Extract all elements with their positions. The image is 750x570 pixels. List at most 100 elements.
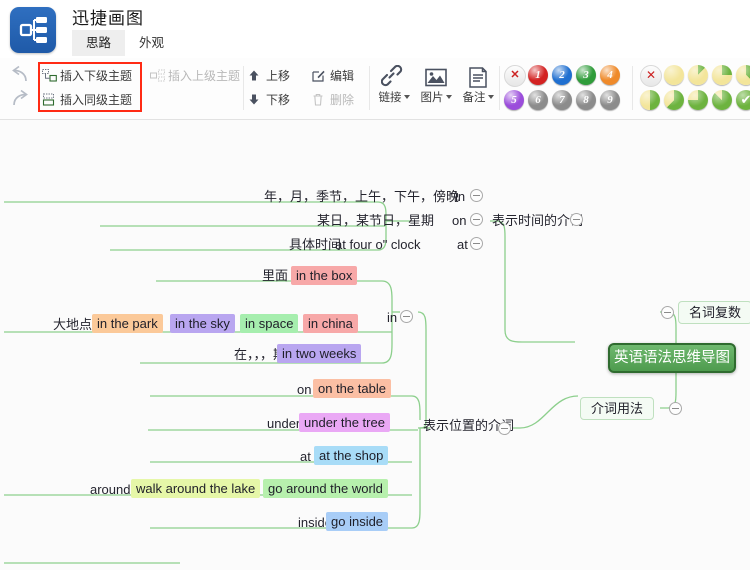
arrow-down-icon (248, 91, 263, 105)
mindmap-canvas[interactable]: 年，月，季节，上午，下午，傍晚 in 某日，某节日，星期 on 具体时间 at … (0, 120, 750, 570)
insert-sametopic-icon (42, 91, 57, 106)
node-time-2[interactable]: 某日，某节日，星期 (312, 211, 439, 230)
node-time-1[interactable]: 年，月，季节，上午，下午，傍晚 (259, 187, 464, 206)
app-logo-icon (10, 7, 56, 53)
priority-marker-7[interactable]: 7 (552, 90, 572, 110)
node-in-the-park[interactable]: in the park (92, 314, 163, 333)
chevron-down-icon[interactable] (403, 95, 410, 99)
insert-topic-group: 插入下级主题 插入同级主题 (38, 58, 140, 120)
node-key-around[interactable]: around (85, 480, 135, 499)
chevron-down-icon[interactable] (445, 95, 452, 99)
node-key-in-time[interactable]: in (450, 187, 470, 206)
insert-parenttopic-button[interactable]: 插入上级主题 (150, 65, 240, 87)
priority-marker-3[interactable]: 3 (576, 65, 596, 85)
undo-arrow-icon[interactable] (10, 64, 34, 86)
node-time-3-example[interactable]: at four o" clock (330, 235, 426, 254)
priority-marker-8[interactable]: 8 (576, 90, 596, 110)
edit-label: 编辑 (330, 69, 355, 83)
node-walk-around-the-lake[interactable]: walk around the lake (131, 479, 261, 498)
node-go-inside[interactable]: go inside (326, 512, 389, 531)
edit-button[interactable]: 编辑 (312, 65, 354, 87)
priority-none-icon[interactable]: ✕ (504, 65, 526, 87)
branch-preposition-usage[interactable]: 介词用法 (580, 397, 655, 420)
app-title: 迅捷画图 (72, 9, 144, 28)
app-header: 迅捷画图 思路 外观 (0, 0, 750, 58)
node-key-at-place[interactable]: at (295, 447, 316, 466)
progress-done-check-icon[interactable]: ✔ (736, 90, 750, 110)
link-button[interactable]: 链接 (374, 64, 414, 112)
chevron-down-icon[interactable] (487, 95, 494, 99)
progress-marker-12[interactable] (688, 65, 708, 85)
progress-none-icon[interactable]: ✕ (640, 65, 662, 87)
node-at-the-shop[interactable]: at the shop (314, 446, 389, 465)
tab-bar: 思路 外观 (72, 30, 178, 56)
progress-marker-75[interactable] (688, 90, 708, 110)
node-in-space[interactable]: in space (240, 314, 299, 333)
node-in-the-box[interactable]: in the box (291, 266, 358, 285)
node-on-the-table[interactable]: on the table (313, 379, 391, 398)
link-label: 链接 (378, 92, 402, 104)
tab-waiguan[interactable]: 外观 (125, 30, 178, 56)
priority-marker-6[interactable]: 6 (528, 90, 548, 110)
undo-redo-group (4, 58, 38, 120)
collapse-minus-icon[interactable] (661, 306, 674, 319)
move-up-label: 上移 (266, 69, 291, 83)
collapse-minus-icon[interactable] (470, 189, 483, 202)
node-under-the-tree[interactable]: under the tree (299, 413, 390, 432)
tab-siliu[interactable]: 思路 (72, 30, 126, 56)
media-group: 链接 图片 备注 (372, 58, 498, 120)
branch-noun-plural[interactable]: 名词复数 (678, 301, 750, 324)
priority-marker-4[interactable]: 4 (600, 65, 620, 85)
toolbar-separator (499, 66, 500, 110)
priority-markers-group: ✕ 1 2 3 4 5 6 7 8 9 (502, 58, 624, 120)
insert-sametopic-button[interactable]: 插入同级主题 (42, 89, 132, 111)
progress-marker-62[interactable] (664, 90, 684, 110)
progress-marker-25[interactable] (712, 65, 732, 85)
collapse-minus-icon[interactable] (669, 402, 682, 415)
insert-sametopic-label: 插入同级主题 (60, 93, 133, 107)
node-in-two-weeks[interactable]: in two weeks (277, 344, 362, 363)
collapse-minus-icon[interactable] (470, 237, 483, 250)
progress-marker-0[interactable] (664, 65, 684, 85)
move-down-label: 下移 (266, 93, 291, 107)
note-button[interactable]: 备注 (458, 64, 498, 112)
central-topic[interactable]: 英语语法思维导图 (608, 343, 736, 373)
insert-parenttopic-label: 插入上级主题 (168, 69, 241, 83)
collapse-minus-icon[interactable] (470, 213, 483, 226)
collapse-minus-icon[interactable] (498, 422, 511, 435)
image-label: 图片 (420, 92, 444, 104)
node-in-the-sky[interactable]: in the sky (170, 314, 235, 333)
move-down-button[interactable]: 下移 (248, 89, 290, 111)
priority-marker-9[interactable]: 9 (600, 90, 620, 110)
node-big-place-label[interactable]: 大地点 (48, 315, 97, 334)
node-key-on-time[interactable]: on (447, 211, 471, 230)
progress-marker-37[interactable] (736, 65, 750, 85)
node-place-inside-label[interactable]: 里面 (257, 266, 293, 285)
move-up-button[interactable]: 上移 (248, 65, 290, 87)
note-document-icon (458, 65, 498, 91)
toolbar-separator (369, 66, 370, 110)
pencil-square-icon (312, 67, 327, 82)
arrow-up-icon (248, 67, 263, 81)
insert-subtopic-label: 插入下级主题 (60, 69, 133, 83)
priority-marker-1[interactable]: 1 (528, 65, 548, 85)
edit-group: 编辑 删除 (308, 58, 370, 120)
node-in-china[interactable]: in china (303, 314, 358, 333)
collapse-minus-icon[interactable] (400, 310, 413, 323)
insert-parent-topic-group: 插入上级主题 (146, 58, 242, 120)
priority-marker-2[interactable]: 2 (552, 65, 572, 85)
progress-marker-87[interactable] (712, 90, 732, 110)
image-button[interactable]: 图片 (416, 64, 456, 112)
delete-button[interactable]: 删除 (312, 89, 354, 111)
node-go-around-the-world[interactable]: go around the world (263, 479, 388, 498)
collapse-minus-icon[interactable] (570, 213, 583, 226)
toolbar-separator (632, 66, 633, 110)
toolbar: 插入下级主题 插入同级主题 插入上级主题 上移 下移 编辑 删除 链接 图片 备… (0, 58, 750, 120)
progress-marker-50[interactable] (640, 90, 660, 110)
insert-subtopic-icon (42, 67, 57, 82)
move-group: 上移 下移 (244, 58, 308, 120)
delete-label: 删除 (330, 93, 355, 107)
redo-arrow-icon[interactable] (10, 88, 34, 110)
insert-subtopic-button[interactable]: 插入下级主题 (42, 65, 132, 87)
priority-marker-5[interactable]: 5 (504, 90, 524, 110)
